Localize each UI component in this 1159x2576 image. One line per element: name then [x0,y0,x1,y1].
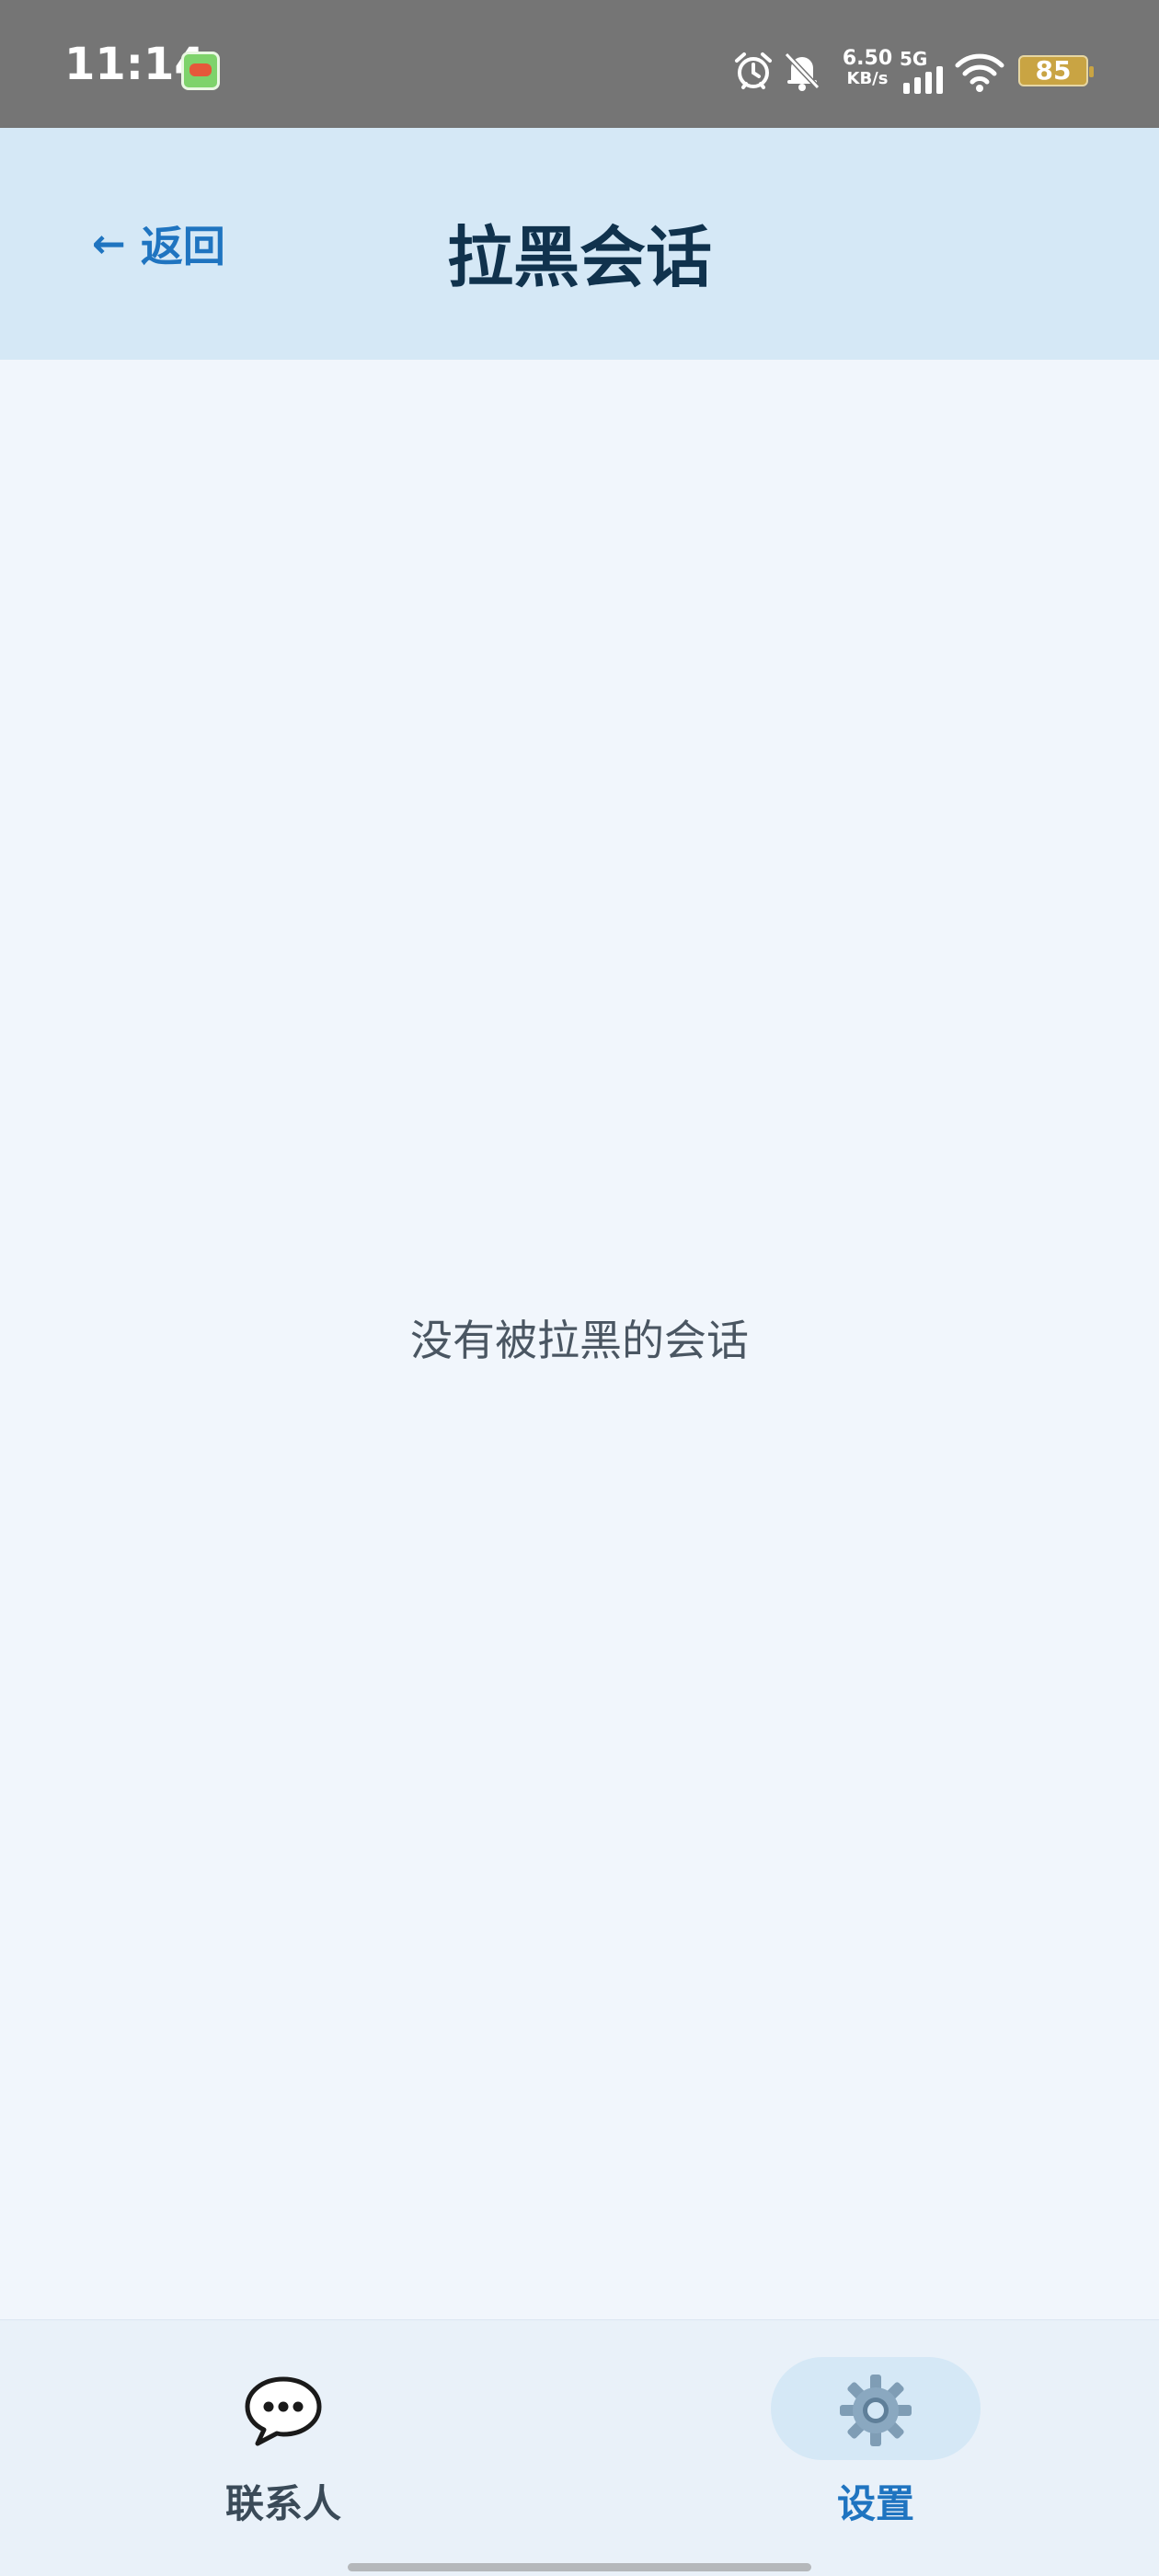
app-header: ← 返回 拉黑会话 [0,128,1159,360]
home-indicator[interactable] [348,2563,811,2571]
nav-label-settings: 设置 [836,2481,914,2526]
app-notification-icon [181,52,220,90]
blocked-conversations-list: 没有被拉黑的会话 [0,360,1159,2319]
nav-item-settings[interactable]: 设置 [756,2357,995,2541]
empty-state-message: 没有被拉黑的会话 [410,1316,749,1365]
battery-icon: 85 [1018,55,1094,86]
nav-label-contacts: 联系人 [224,2481,341,2526]
bottom-navigation: 联系人 设置 [0,2319,1159,2576]
status-bar: 11:14 6.50 KB/s 5G 85 [0,0,1159,128]
alarm-icon [735,52,772,89]
gear-icon [756,2372,995,2449]
nav-item-contacts[interactable]: 联系人 [164,2357,403,2541]
chat-bubble-icon [164,2372,403,2449]
status-icons: 6.50 KB/s 5G 85 [681,0,1159,128]
wifi-icon [955,53,1004,92]
page-title: 拉黑会话 [0,203,1159,300]
mute-bell-icon [784,52,820,91]
signal-icon [903,66,943,94]
net-speed-value: 6.50 [842,47,893,70]
net-speed-unit: KB/s [846,69,889,88]
net-speed: 6.50 KB/s [835,48,900,88]
page-title-text: 拉黑会话 [446,219,712,296]
